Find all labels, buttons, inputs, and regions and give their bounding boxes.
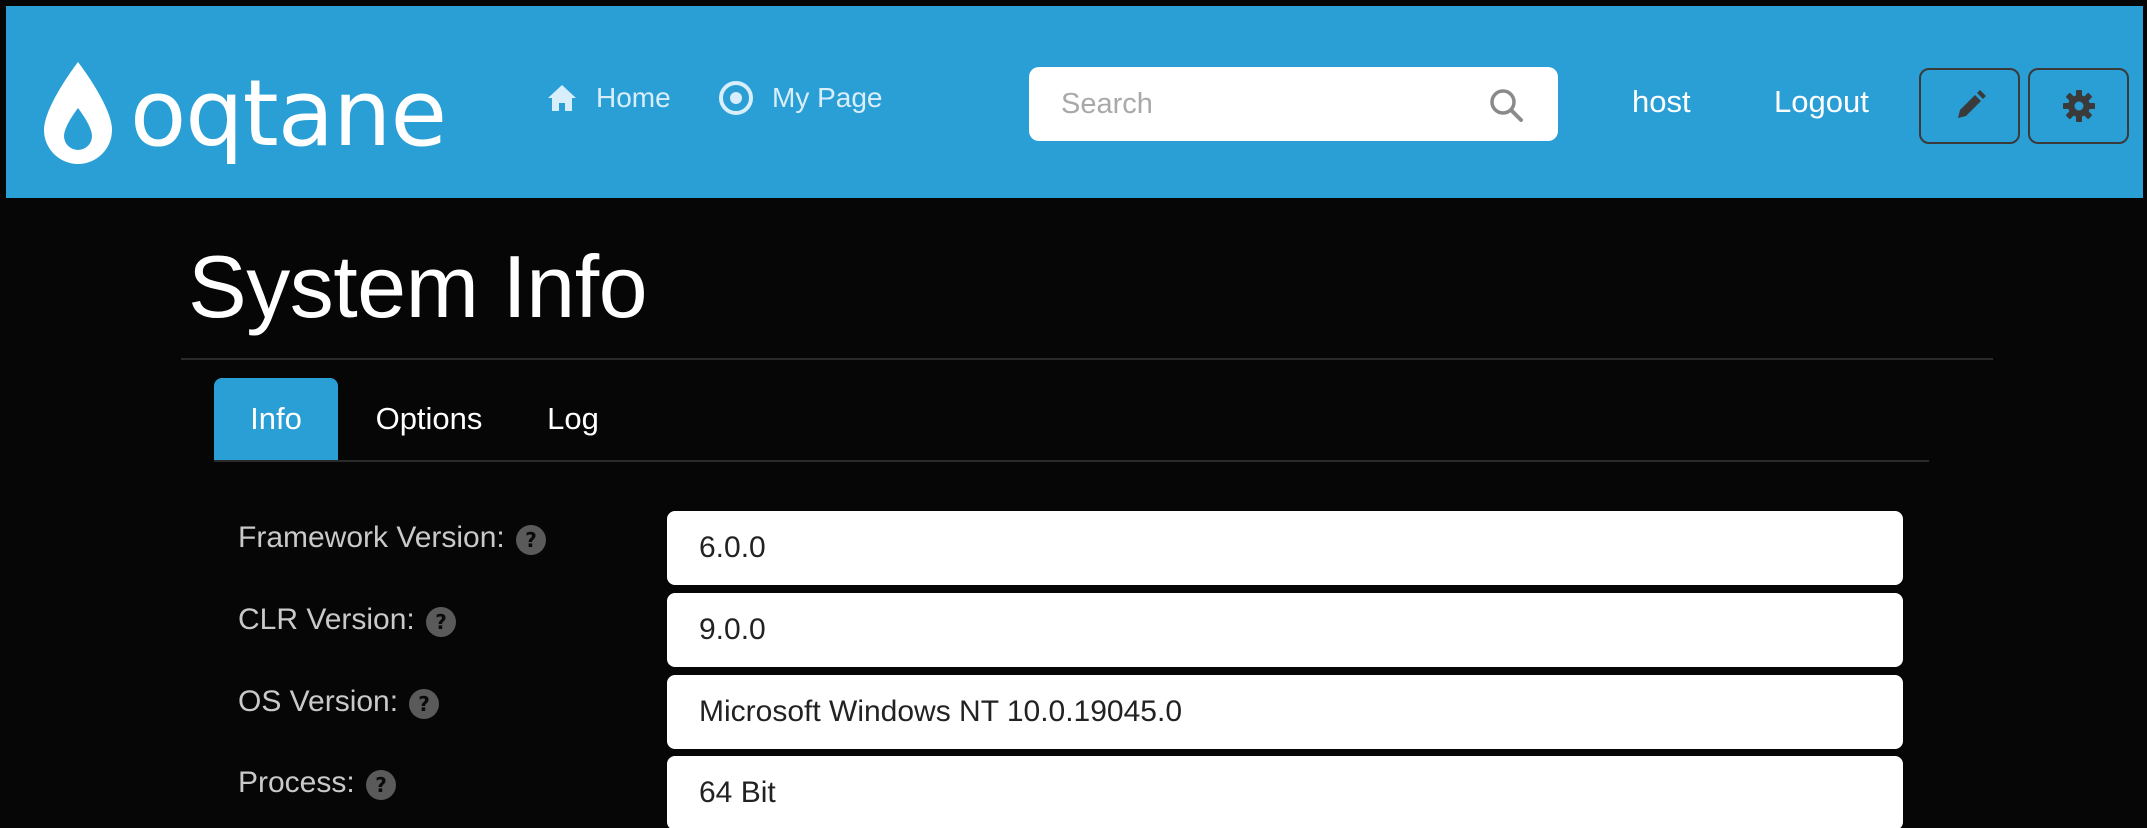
- help-icon[interactable]: ?: [365, 769, 397, 801]
- os-version-label: OS Version:: [238, 685, 399, 718]
- field-label-wrapper: Process: ?: [238, 766, 397, 800]
- framework-version-field: [667, 511, 1903, 585]
- process-field: [667, 756, 1903, 828]
- clr-version-input[interactable]: [667, 593, 1903, 667]
- clr-version-field: [667, 593, 1903, 667]
- field-label-wrapper: Framework Version: ?: [238, 521, 547, 555]
- user-profile-link[interactable]: host: [1632, 84, 1691, 120]
- clr-version-label: CLR Version:: [238, 603, 415, 636]
- os-version-field: [667, 675, 1903, 749]
- help-icon[interactable]: ?: [425, 606, 457, 638]
- nav-mypage-link[interactable]: My Page: [718, 78, 883, 118]
- process-row: Process: ?: [0, 756, 2147, 828]
- tabs-divider: [214, 460, 1929, 462]
- home-icon: [548, 85, 576, 111]
- edit-mode-button[interactable]: [1919, 68, 2020, 144]
- nav-home-link[interactable]: Home: [546, 78, 671, 118]
- title-divider: [181, 358, 1993, 360]
- tab-info[interactable]: Info: [214, 378, 338, 460]
- oqtane-logo[interactable]: oqtane: [34, 58, 504, 170]
- gear-icon: [2062, 90, 2095, 122]
- clr-version-row: CLR Version: ?: [0, 593, 2147, 667]
- svg-text:?: ?: [375, 773, 387, 797]
- search-box: [1029, 67, 1558, 141]
- field-label-wrapper: OS Version: ?: [238, 685, 440, 719]
- nav-home-label: Home: [596, 82, 671, 113]
- target-icon: [719, 81, 753, 115]
- search-icon[interactable]: [1488, 87, 1524, 123]
- framework-version-row: Framework Version: ?: [0, 511, 2147, 585]
- pencil-icon: [1957, 90, 1986, 118]
- drop-logo-icon: [44, 62, 112, 164]
- logout-link[interactable]: Logout: [1774, 84, 1869, 120]
- help-icon[interactable]: ?: [515, 524, 547, 556]
- nav-mypage-label: My Page: [772, 82, 883, 113]
- settings-button[interactable]: [2028, 68, 2129, 144]
- tab-log[interactable]: Log: [520, 378, 626, 460]
- brand-name: oqtane: [130, 60, 447, 167]
- os-version-row: OS Version: ?: [0, 675, 2147, 749]
- svg-text:?: ?: [435, 610, 447, 634]
- framework-version-input[interactable]: [667, 511, 1903, 585]
- os-version-input[interactable]: [667, 675, 1903, 749]
- top-navbar: oqtane Home My Page host Logout: [6, 6, 2143, 198]
- framework-version-label: Framework Version:: [238, 521, 505, 554]
- search-input[interactable]: [1061, 67, 1481, 141]
- help-icon[interactable]: ?: [408, 688, 440, 720]
- svg-text:?: ?: [525, 528, 537, 552]
- process-input[interactable]: [667, 756, 1903, 828]
- process-label: Process:: [238, 766, 355, 799]
- page-title: System Info: [188, 237, 648, 336]
- tab-options[interactable]: Options: [338, 378, 520, 460]
- svg-text:?: ?: [418, 692, 430, 716]
- app-window: oqtane Home My Page host Logout: [0, 0, 2147, 828]
- field-label-wrapper: CLR Version: ?: [238, 603, 457, 637]
